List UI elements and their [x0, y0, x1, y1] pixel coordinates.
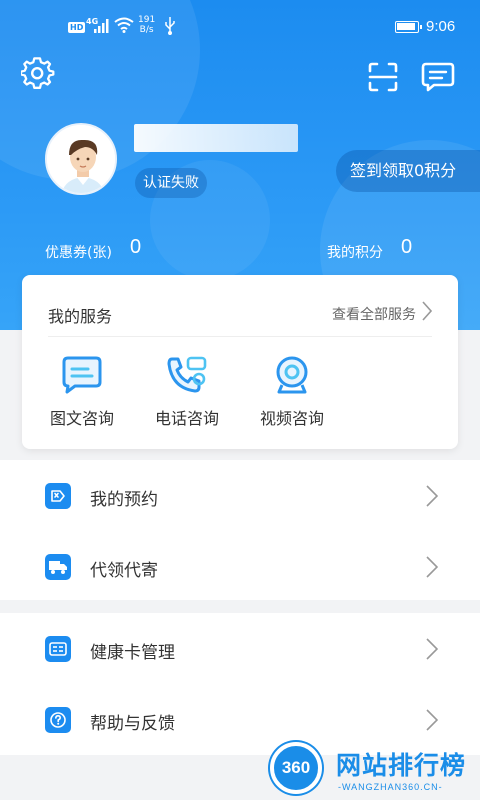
clock: 9:06: [426, 18, 456, 35]
status-bar: HD 4G 191 B/s 9:06: [0, 0, 480, 56]
services-card: 我的服务 查看全部服务 图文咨询 电话咨询 视频咨询: [22, 275, 458, 449]
username-redacted: [134, 124, 298, 152]
checkin-button[interactable]: 签到领取0积分: [336, 150, 480, 192]
chevron-right-icon: [426, 709, 438, 731]
menu-item-appointments[interactable]: 我的预约: [0, 460, 480, 531]
menu-item-health-card[interactable]: 健康卡管理: [0, 613, 480, 684]
service-label: 电话咨询: [154, 409, 219, 428]
signal-icon: [94, 19, 109, 33]
battery-icon: [395, 21, 422, 33]
coupon-label[interactable]: 优惠券(张): [45, 242, 112, 262]
help-icon: [45, 707, 71, 733]
menu-group-primary: 我的预约 代领代寄: [0, 460, 480, 600]
network-speed: 191 B/s: [138, 15, 155, 35]
webcam-icon: [276, 356, 308, 394]
service-label: 图文咨询: [49, 409, 114, 428]
hd-badge: HD: [68, 22, 86, 33]
chevron-right-icon[interactable]: [422, 301, 432, 321]
scan-icon: [368, 62, 398, 92]
usb-icon: [165, 17, 175, 35]
card-icon: [45, 636, 71, 662]
message-button[interactable]: [418, 57, 458, 97]
menu-group-secondary: 健康卡管理 帮助与反馈: [0, 613, 480, 755]
chevron-right-icon: [426, 638, 438, 660]
service-phone-consult[interactable]: 电话咨询: [147, 355, 227, 429]
menu-item-label: 健康卡管理: [90, 643, 175, 663]
coupon-value[interactable]: 0: [130, 236, 141, 259]
menu-item-label: 帮助与反馈: [90, 714, 175, 734]
points-label[interactable]: 我的积分: [327, 242, 383, 262]
speed-value: 191: [138, 15, 156, 25]
wifi-icon: [114, 17, 134, 33]
services-title: 我的服务: [48, 307, 113, 326]
chevron-right-icon: [426, 485, 438, 507]
message-icon: [421, 62, 455, 92]
settings-button[interactable]: [18, 54, 58, 94]
gear-icon: [21, 57, 55, 89]
view-all-services-link[interactable]: 查看全部服务: [332, 304, 416, 324]
service-text-consult[interactable]: 图文咨询: [42, 355, 122, 429]
appointment-icon: [45, 483, 71, 509]
chat-text-icon: [62, 356, 102, 394]
divider: [48, 336, 432, 337]
menu-item-label: 我的预约: [90, 490, 158, 510]
menu-item-delivery[interactable]: 代领代寄: [0, 531, 480, 602]
menu-item-label: 代领代寄: [90, 561, 158, 581]
truck-icon: [45, 554, 71, 580]
watermark: 360 网站排行榜 -WANGZHAN360.CN-: [266, 738, 480, 800]
service-label: 视频咨询: [259, 409, 324, 428]
watermark-logo: 360: [270, 742, 322, 794]
service-video-consult[interactable]: 视频咨询: [252, 355, 332, 429]
avatar[interactable]: [45, 123, 117, 195]
verify-status-badge[interactable]: 认证失败: [135, 168, 207, 198]
chevron-right-icon: [426, 556, 438, 578]
watermark-subtitle: -WANGZHAN360.CN-: [338, 782, 443, 792]
scan-button[interactable]: [363, 57, 403, 97]
watermark-title: 网站排行榜: [336, 751, 467, 780]
speed-unit: B/s: [139, 25, 154, 35]
points-value[interactable]: 0: [401, 236, 412, 259]
phone-chat-icon: [167, 356, 207, 393]
